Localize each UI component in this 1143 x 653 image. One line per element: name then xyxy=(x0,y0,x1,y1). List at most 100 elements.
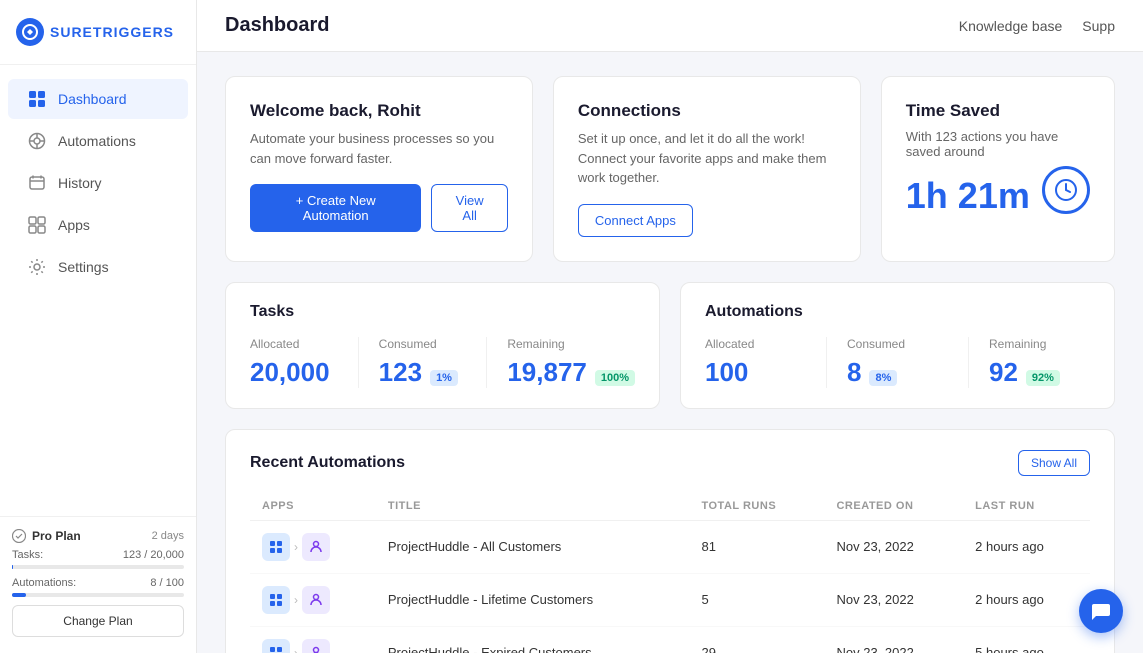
automations-progress-bar xyxy=(12,593,184,597)
recent-automations-header: Recent Automations Show All xyxy=(250,450,1090,476)
row-last-run-col: 2 hours ago xyxy=(963,573,1090,626)
create-automation-button[interactable]: + Create New Automation xyxy=(250,184,421,232)
time-saved-title: Time Saved xyxy=(906,101,1090,121)
automations-value: 8 / 100 xyxy=(150,577,184,589)
tasks-progress-fill xyxy=(12,565,13,569)
col-created-on: CREATED ON xyxy=(824,492,963,521)
welcome-card: Welcome back, Rohit Automate your busine… xyxy=(225,76,533,262)
app-icon-1 xyxy=(262,586,290,614)
time-card-inner: 1h 21m xyxy=(906,163,1090,217)
connections-desc: Set it up once, and let it do all the wo… xyxy=(578,129,836,188)
connections-title: Connections xyxy=(578,101,836,121)
history-icon xyxy=(28,174,46,192)
row-last-run-col: 5 hours ago xyxy=(963,626,1090,653)
sidebar-item-dashboard-label: Dashboard xyxy=(58,91,127,107)
row-total-runs-col: 81 xyxy=(689,520,824,573)
time-saved-desc: With 123 actions you have saved around xyxy=(906,129,1090,159)
sidebar-item-automations[interactable]: Automations xyxy=(8,121,188,161)
sidebar: sureTRIGGERS Dashboard xyxy=(0,0,197,653)
welcome-actions: + Create New Automation View All xyxy=(250,184,508,232)
row-title-col: ProjectHuddle - Expired Customers xyxy=(376,626,690,653)
tasks-consumed: Consumed 123 1% xyxy=(379,337,488,388)
connections-card: Connections Set it up once, and let it d… xyxy=(553,76,861,262)
automations-consumed-badge: 8% xyxy=(869,370,897,386)
automations-stats-card: Automations Allocated 100 Consumed 8 8% xyxy=(680,282,1115,409)
col-total-runs: TOTAL RUNS xyxy=(689,492,824,521)
recent-automations-title: Recent Automations xyxy=(250,454,405,472)
automations-allocated-value: 100 xyxy=(705,357,748,388)
col-title: TITLE xyxy=(376,492,690,521)
table-row: › ProjectHuddle - Expired Customers29Nov… xyxy=(250,626,1090,653)
automations-remaining-badge: 92% xyxy=(1026,370,1060,386)
automations-remaining-label: Remaining xyxy=(989,337,1090,351)
automations-allocated: Allocated 100 xyxy=(705,337,827,388)
sidebar-bottom: Pro Plan 2 days Tasks: 123 / 20,000 Auto… xyxy=(0,516,196,653)
sidebar-item-history[interactable]: History xyxy=(8,163,188,203)
main-content: Dashboard Knowledge base Supp Welcome ba… xyxy=(197,0,1143,653)
row-apps-col: › xyxy=(250,626,376,653)
automations-consumed-value: 8 xyxy=(847,357,861,388)
app-icon-2 xyxy=(302,586,330,614)
row-title-col: ProjectHuddle - Lifetime Customers xyxy=(376,573,690,626)
top-cards-row: Welcome back, Rohit Automate your busine… xyxy=(225,76,1115,262)
row-created-on-col: Nov 23, 2022 xyxy=(824,520,963,573)
chat-bubble[interactable] xyxy=(1079,589,1123,633)
support-link[interactable]: Supp xyxy=(1082,18,1115,34)
plan-name: Pro Plan xyxy=(12,529,81,543)
sidebar-item-settings[interactable]: Settings xyxy=(8,247,188,287)
time-saved-card: Time Saved With 123 actions you have sav… xyxy=(881,76,1115,262)
automations-stats-items: Allocated 100 Consumed 8 8% Remaining xyxy=(705,337,1090,388)
settings-icon xyxy=(28,258,46,276)
tasks-progress-bar xyxy=(12,565,184,569)
row-apps-col: › xyxy=(250,520,376,573)
arrow-separator: › xyxy=(294,646,298,653)
sidebar-item-history-label: History xyxy=(58,175,102,191)
automations-label: Automations: xyxy=(12,577,76,589)
tasks-remaining-value: 19,877 xyxy=(507,357,587,388)
tasks-allocated-label: Allocated xyxy=(250,337,338,351)
topbar: Dashboard Knowledge base Supp xyxy=(197,0,1143,52)
clock-icon xyxy=(1042,166,1090,214)
page-title: Dashboard xyxy=(225,14,329,37)
table-header-row: APPS TITLE TOTAL RUNS CREATED ON LAST RU… xyxy=(250,492,1090,521)
tasks-value: 123 / 20,000 xyxy=(123,549,184,561)
app-icons: › xyxy=(262,586,364,614)
time-saved-value: 1h 21m xyxy=(906,175,1030,217)
tasks-remaining-badge: 100% xyxy=(595,370,635,386)
sidebar-item-dashboard[interactable]: Dashboard xyxy=(8,79,188,119)
tasks-remaining-label: Remaining xyxy=(507,337,635,351)
welcome-desc: Automate your business processes so you … xyxy=(250,129,508,168)
logo-text: sureTRIGGERS xyxy=(50,24,174,40)
col-apps: APPS xyxy=(250,492,376,521)
row-created-on-col: Nov 23, 2022 xyxy=(824,626,963,653)
automations-remaining-value: 92 xyxy=(989,357,1018,388)
view-all-button[interactable]: View All xyxy=(431,184,508,232)
automations-consumed: Consumed 8 8% xyxy=(847,337,969,388)
stats-row: Tasks Allocated 20,000 Consumed 123 1% xyxy=(225,282,1115,409)
apps-icon xyxy=(28,216,46,234)
table-row: › ProjectHuddle - Lifetime Customers5Nov… xyxy=(250,573,1090,626)
automations-icon xyxy=(28,132,46,150)
row-title-col: ProjectHuddle - All Customers xyxy=(376,520,690,573)
row-total-runs-col: 29 xyxy=(689,626,824,653)
app-icon-1 xyxy=(262,639,290,653)
show-all-button[interactable]: Show All xyxy=(1018,450,1090,476)
knowledge-base-link[interactable]: Knowledge base xyxy=(959,18,1063,34)
dashboard-content: Welcome back, Rohit Automate your busine… xyxy=(197,52,1143,653)
recent-automations-card: Recent Automations Show All APPS TITLE T… xyxy=(225,429,1115,653)
connect-apps-button[interactable]: Connect Apps xyxy=(578,204,693,237)
sidebar-item-apps[interactable]: Apps xyxy=(8,205,188,245)
change-plan-button[interactable]: Change Plan xyxy=(12,605,184,637)
arrow-separator: › xyxy=(294,593,298,607)
sidebar-item-automations-label: Automations xyxy=(58,133,136,149)
sidebar-navigation: Dashboard Automations xyxy=(0,65,196,516)
automations-consumed-label: Consumed xyxy=(847,337,948,351)
automations-allocated-label: Allocated xyxy=(705,337,806,351)
connections-actions: Connect Apps xyxy=(578,204,836,237)
app-icon-2 xyxy=(302,533,330,561)
dashboard-icon xyxy=(28,90,46,108)
automations-table: APPS TITLE TOTAL RUNS CREATED ON LAST RU… xyxy=(250,492,1090,653)
app-icons: › xyxy=(262,639,364,653)
logo-icon xyxy=(16,18,44,46)
topbar-links: Knowledge base Supp xyxy=(959,18,1115,34)
